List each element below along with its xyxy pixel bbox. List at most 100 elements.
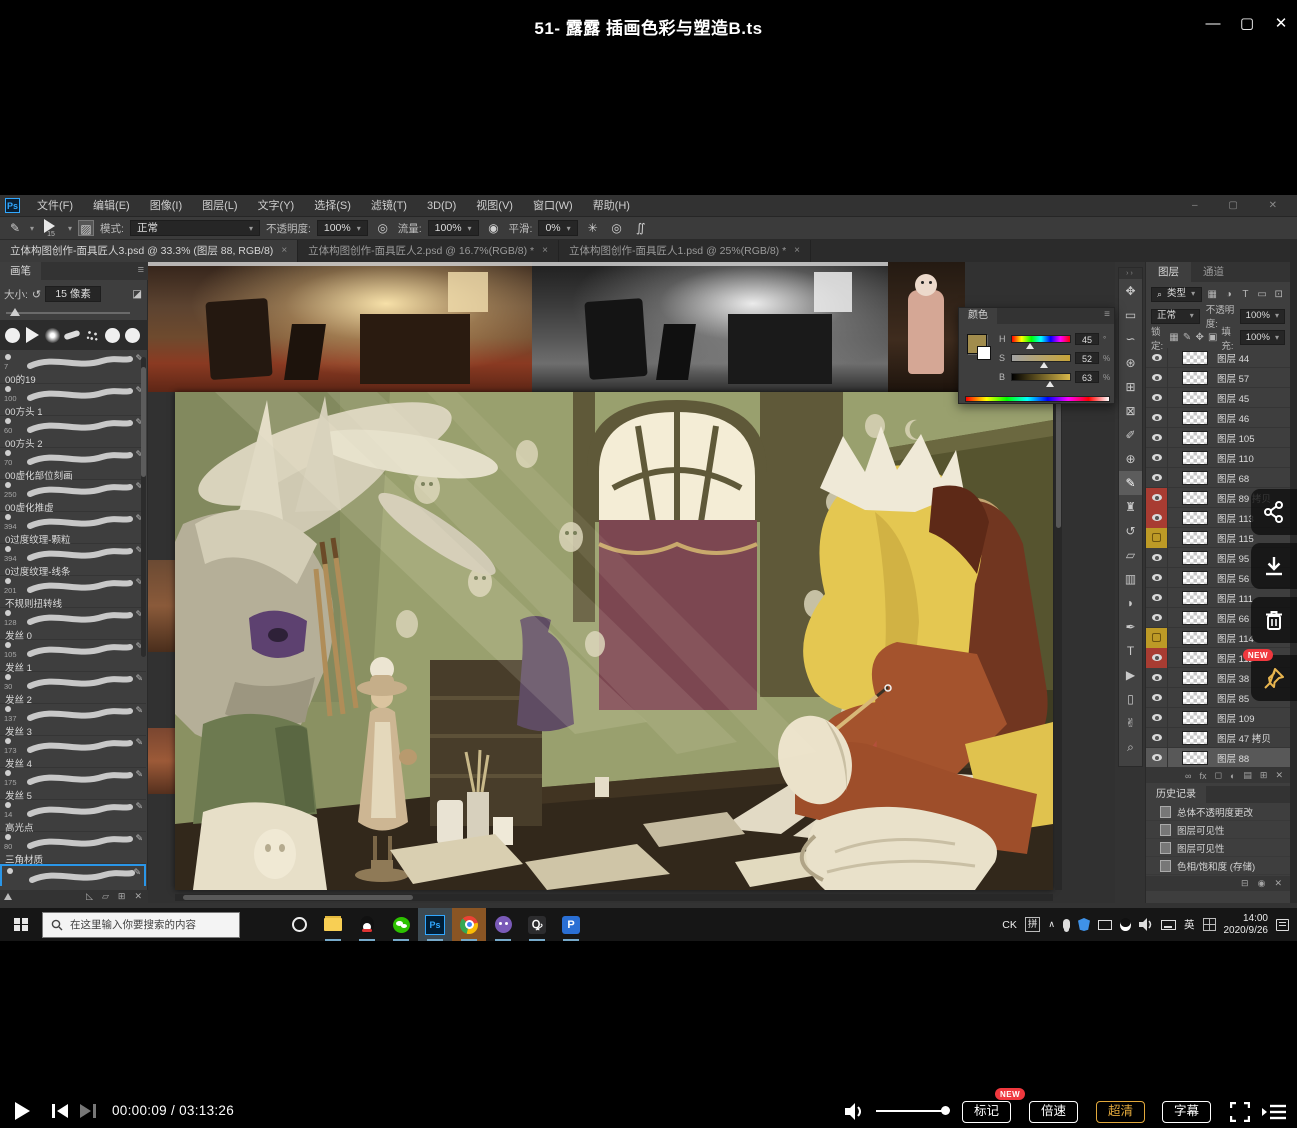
shield-icon[interactable] [1078,918,1090,931]
brush-tool[interactable]: ✎ [1119,471,1142,495]
opacity-pressure-icon[interactable]: ◎ [374,220,392,236]
tab-close-icon[interactable]: × [542,240,548,262]
volume-icon[interactable] [1139,918,1153,931]
layer-thumbnail[interactable] [1182,591,1208,605]
move-tool[interactable]: ✥ [1119,279,1142,303]
layer-thumbnail[interactable] [1182,551,1208,565]
layer-visibility-toggle[interactable] [1146,628,1168,648]
explorer-button[interactable] [316,908,350,941]
ps-menu-item[interactable]: 视图(V) [467,195,522,217]
delete-button[interactable] [1251,597,1297,643]
hue-slider[interactable] [1011,335,1071,343]
saturation-value[interactable]: 52 [1075,352,1099,364]
brightness-value[interactable]: 63 [1075,371,1099,383]
new-group-icon[interactable]: ▱ [102,891,109,902]
ps-menu-item[interactable]: 选择(S) [305,195,360,217]
ps-menu-item[interactable]: 编辑(E) [84,195,139,217]
history-item[interactable]: 色相/饱和度 (存储) [1146,857,1290,875]
brush-list-item[interactable]: 14 ✎ 高光点 [0,800,146,832]
preset-soft-round[interactable] [43,323,61,347]
size-pressure-icon[interactable]: ◎ [608,220,626,236]
document-tab[interactable]: 立体构图创作-面具匠人2.psd @ 16.7%(RGB/8) * × [298,240,559,262]
mark-button[interactable]: 标记 [962,1101,1011,1123]
brush-list-item[interactable]: 394 ✎ 0过度纹理-颗粒 [0,512,146,544]
preset-round[interactable] [3,323,21,347]
brush-size-value[interactable]: 15 像素 [45,286,101,302]
eyedropper-tool[interactable]: ✐ [1119,423,1142,447]
cortana-button[interactable] [282,908,316,941]
layer-visibility-toggle[interactable] [1146,588,1168,608]
volume-button[interactable] [845,1103,865,1120]
gradient-tool[interactable]: ▥ [1119,567,1142,591]
layer-thumbnail[interactable] [1182,411,1208,425]
start-button[interactable] [0,908,42,941]
preset-scatter[interactable] [83,323,101,347]
path-select-tool[interactable]: ▶ [1119,663,1142,687]
layer-thumbnail[interactable] [1182,351,1208,365]
close-button[interactable]: ✕ [1269,12,1293,36]
pin-button[interactable]: NEW [1251,655,1297,701]
layer-visibility-toggle[interactable] [1146,608,1168,628]
history-item[interactable]: 图层可见性 [1146,839,1290,857]
taskbar-clock[interactable]: 14:002020/9/26 [1224,913,1269,937]
play-button[interactable] [15,1102,30,1120]
layer-group-icon[interactable]: ▤ [1243,770,1252,781]
toggle-brush-panel-icon[interactable]: ▨ [78,220,94,236]
filter-type-select[interactable]: ⌕类型▾ [1151,287,1202,302]
hand-tool[interactable]: ✌ [1119,711,1142,735]
slider-triangle-icon[interactable] [4,893,12,900]
quality-button[interactable]: 超清 [1096,1101,1145,1123]
layer-visibility-toggle[interactable] [1146,728,1168,748]
fullscreen-button[interactable] [1230,1102,1250,1122]
tab-layers[interactable]: 图层 [1146,262,1191,282]
maximize-button[interactable]: ▢ [1235,12,1259,36]
canvas-h-scrollbar[interactable] [175,894,1053,901]
frame-tool[interactable]: ⊠ [1119,399,1142,423]
playlist-button[interactable] [1262,1104,1286,1120]
layer-thumbnail[interactable] [1182,651,1208,665]
brush-panel-tab[interactable]: 画笔 [0,262,41,280]
dark-app-button[interactable]: Ꝙ [520,908,554,941]
display-icon[interactable] [1098,920,1112,930]
layer-thumbnail[interactable] [1182,491,1208,505]
new-layer-icon[interactable]: ⊞ [1260,770,1268,781]
lock-position-icon[interactable]: ✥ [1195,332,1204,343]
ps-menu-item[interactable]: 3D(D) [418,195,465,217]
layer-visibility-toggle[interactable] [1146,548,1168,568]
chrome-taskbar-button[interactable] [452,908,486,941]
lock-all-icon[interactable]: ▣ [1208,332,1217,343]
brush-list-item[interactable]: 201 ✎ 不规则扭转线 [0,576,146,608]
layer-visibility-toggle[interactable] [1146,528,1168,548]
brush-list-item[interactable]: 250 ✎ 00虚化推虚 [0,480,146,512]
healing-tool[interactable]: ⊕ [1119,447,1142,471]
ps-menu-item[interactable]: 文字(Y) [249,195,304,217]
reset-size-icon[interactable]: ↺ [32,288,41,301]
color-spectrum-ramp[interactable] [965,396,1110,402]
new-brush-icon[interactable]: ⊞ [118,891,126,902]
history-panel-tab[interactable]: 历史记录 [1146,786,1206,803]
lock-pixels-icon[interactable]: ✎ [1183,332,1192,343]
qq-tray-icon[interactable] [1120,918,1131,931]
ps-menu-item[interactable]: 滤镜(T) [362,195,416,217]
brush-list-item[interactable]: 394 ✎ 0过度纹理-线条 [0,544,146,576]
brush-angle-icon[interactable]: ◺ [86,891,93,902]
tray-expand-icon[interactable]: ∧ [1048,919,1055,930]
layer-row[interactable]: 图层 46 [1146,408,1291,428]
purple-app-button[interactable] [486,908,520,941]
brush-list-item[interactable]: 100 ✎ 00方头 1 [0,384,146,416]
brush-list-item[interactable]: 173 ✎ 发丝 4 [0,736,146,768]
layer-visibility-toggle[interactable] [1146,568,1168,588]
opacity-select[interactable]: 100%▾ [317,220,368,236]
history-item[interactable]: 总体不透明度更改 [1146,803,1290,821]
layer-thumbnail[interactable] [1182,371,1208,385]
volume-knob[interactable] [941,1106,950,1115]
preset-stroke[interactable] [63,323,81,347]
brush-list-item[interactable]: 30 ✎ 发丝 2 [0,672,146,704]
lock-transparent-icon[interactable]: ▦ [1169,332,1178,343]
link-layers-icon[interactable]: ∞ [1185,771,1191,781]
layer-visibility-toggle[interactable] [1146,688,1168,708]
filter-smart-icon[interactable]: ⊡ [1272,289,1285,300]
zoom-tool[interactable]: ⌕ [1119,735,1142,759]
tab-channels[interactable]: 通道 [1191,262,1236,282]
subtitle-button[interactable]: 字幕 [1162,1101,1211,1123]
